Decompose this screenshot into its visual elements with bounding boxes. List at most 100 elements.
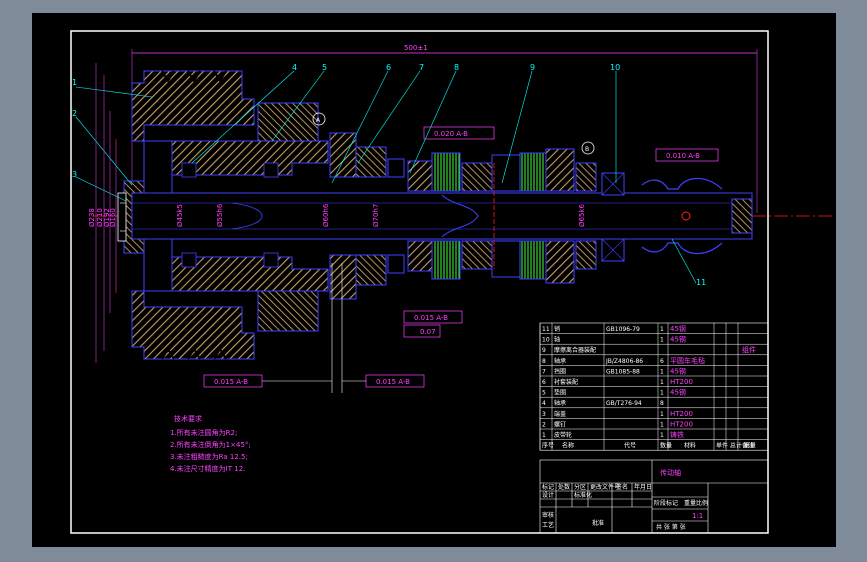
parts-row-11-no: 11	[542, 326, 550, 333]
tb-row-label-6: 年月日	[634, 483, 652, 491]
runout-tolerance-2: 0.010 A-B	[666, 152, 700, 160]
callout-6: 6	[386, 63, 391, 72]
assembly-drawing: 500±1 1 2 3 4 5 6 7 8 9 10 11 A B 0.020 …	[70, 30, 832, 534]
datum-b: B	[585, 146, 589, 153]
parts-header-note: 备注	[742, 442, 754, 450]
parts-header-qty: 数量	[660, 442, 672, 450]
overall-length-dimension: 500±1	[404, 44, 428, 52]
tb-sheets: 共 张 第 张	[656, 523, 686, 531]
tb-row-label-2: 处数	[558, 483, 570, 491]
parts-row-9-no: 9	[542, 347, 546, 354]
parts-row-9-name: 摩擦离合器装配	[554, 346, 596, 354]
runout-tolerance-3: 0.015 A-B	[414, 314, 448, 322]
parts-row-8-name: 轴承	[554, 357, 566, 365]
tb-ratio: 比例	[696, 499, 708, 507]
callout-8: 8	[454, 63, 459, 72]
runout-tolerance-1: 0.020 A-B	[434, 130, 468, 138]
tb-row-label-1: 标记	[542, 483, 554, 491]
runout-tolerance-5: 0.015 A-B	[376, 378, 410, 386]
parts-row-11-name: 销	[554, 325, 560, 333]
tb-standard: 标准化	[574, 491, 592, 499]
tb-process: 工艺	[542, 521, 554, 529]
cad-viewport[interactable]: 500±1 1 2 3 4 5 6 7 8 9 10 11 A B 0.020 …	[32, 13, 836, 547]
parts-row-6-material: HT200	[670, 378, 693, 386]
main-shaft	[131, 192, 753, 240]
parts-row-5-no: 5	[542, 390, 546, 397]
diameter-160: Ø160	[109, 208, 117, 227]
parts-row-4-qty: 8	[660, 400, 664, 407]
parts-row-5-name: 垫圈	[554, 389, 566, 397]
callout-4: 4	[292, 63, 297, 72]
callout-11: 11	[696, 278, 706, 287]
parts-header-material: 材料	[684, 442, 696, 450]
parts-row-1-material: 铸铁	[670, 430, 684, 439]
parts-row-1-qty: 1	[660, 432, 664, 439]
callout-7: 7	[419, 63, 424, 72]
tb-stage: 阶段标记	[654, 499, 678, 507]
tb-approve: 批准	[592, 519, 604, 527]
parts-row-4-no: 4	[542, 400, 546, 407]
callout-10: 10	[610, 63, 620, 72]
parts-row-1-name: 皮带轮	[554, 431, 572, 439]
parts-row-5-qty: 1	[660, 390, 664, 397]
parts-row-7-qty: 1	[660, 368, 664, 375]
tb-weight: 重量	[684, 499, 696, 507]
inner-diameter-4: Ø70h7	[372, 204, 380, 227]
parts-row-7-code: GB1085-88	[606, 368, 640, 375]
drawing-name: 传动轴	[660, 468, 681, 477]
parts-header-no: 序号	[542, 442, 554, 450]
parts-header-code: 代号	[624, 442, 636, 450]
parts-header-name: 名称	[562, 442, 574, 450]
technical-requirements: 技术要求 1.所有未注圆角为R2; 2.所有未注倒角为1×45°; 3.未注粗糙…	[170, 414, 251, 473]
tb-design: 设计	[542, 491, 554, 499]
inner-diameter-5: Ø65k6	[578, 204, 586, 227]
parts-row-10-no: 10	[542, 337, 550, 344]
parts-row-9-note: 组件	[742, 345, 756, 354]
parts-row-4-name: 轴承	[554, 399, 566, 407]
datum-a: A	[316, 117, 321, 124]
parts-row-8-no: 8	[542, 358, 546, 365]
parts-row-6-name: 衬套装配	[554, 378, 578, 386]
parts-row-11-material: 45钢	[670, 324, 686, 333]
parts-row-7-material: 45钢	[670, 366, 686, 375]
parts-row-7-no: 7	[542, 368, 546, 375]
parts-row-10-name: 轴	[554, 336, 560, 344]
tech-req-item-3: 3.未注粗糙度为Ra 12.5;	[170, 452, 248, 461]
inner-diameter-2: Ø55h6	[216, 203, 224, 227]
tech-req-item-2: 2.所有未注倒角为1×45°;	[170, 440, 251, 449]
callout-5: 5	[322, 63, 327, 72]
parts-row-10-qty: 1	[660, 337, 664, 344]
parts-row-2-qty: 1	[660, 421, 664, 428]
runout-tolerance-4: 0.015 A-B	[214, 378, 248, 386]
tech-req-title: 技术要求	[174, 414, 202, 423]
callout-2: 2	[72, 109, 77, 118]
parts-row-6-no: 6	[542, 379, 546, 386]
tb-scale: 1:1	[692, 512, 703, 520]
flatness-tolerance: 0.07	[420, 328, 436, 336]
tb-row-label-3: 分区	[574, 483, 586, 491]
parts-row-2-name: 螺钉	[554, 420, 566, 428]
parts-row-1-no: 1	[542, 432, 546, 439]
inner-diameter-1: Ø45k5	[176, 204, 184, 227]
title-block-text: 传动轴 设计 审核 工艺 标准化 批准 阶段标记 重量 比例 1:1 共 张 第…	[542, 468, 708, 531]
parts-row-11-qty: 1	[660, 326, 664, 333]
parts-row-2-no: 2	[542, 421, 546, 428]
callout-1: 1	[72, 78, 77, 87]
parts-row-4-code: GB/T276-94	[606, 400, 642, 407]
parts-row-3-name: 端盖	[554, 410, 566, 418]
parts-row-3-no: 3	[542, 411, 546, 418]
parts-list-table: 11 销 GB1096-79 1 45钢10 轴 1 45钢9 摩擦离合器装配 组件8 轴承 JB/Z…	[539, 322, 769, 451]
parts-row-8-code: JB/Z4806-86	[605, 358, 643, 365]
inner-diameter-3: Ø60h6	[322, 203, 330, 227]
parts-row-10-material: 45钢	[670, 335, 686, 344]
tb-row-label-5: 签名	[616, 483, 628, 491]
callout-3: 3	[72, 170, 77, 179]
parts-row-3-qty: 1	[660, 411, 664, 418]
parts-row-3-material: HT200	[670, 410, 693, 418]
parts-row-6-qty: 1	[660, 379, 664, 386]
parts-row-5-material: 45钢	[670, 388, 686, 397]
tech-req-item-4: 4.未注尺寸精度为IT 12.	[170, 464, 245, 473]
parts-row-2-material: HT200	[670, 420, 693, 428]
callout-9: 9	[530, 63, 535, 72]
parts-row-8-qty: 6	[660, 358, 664, 365]
